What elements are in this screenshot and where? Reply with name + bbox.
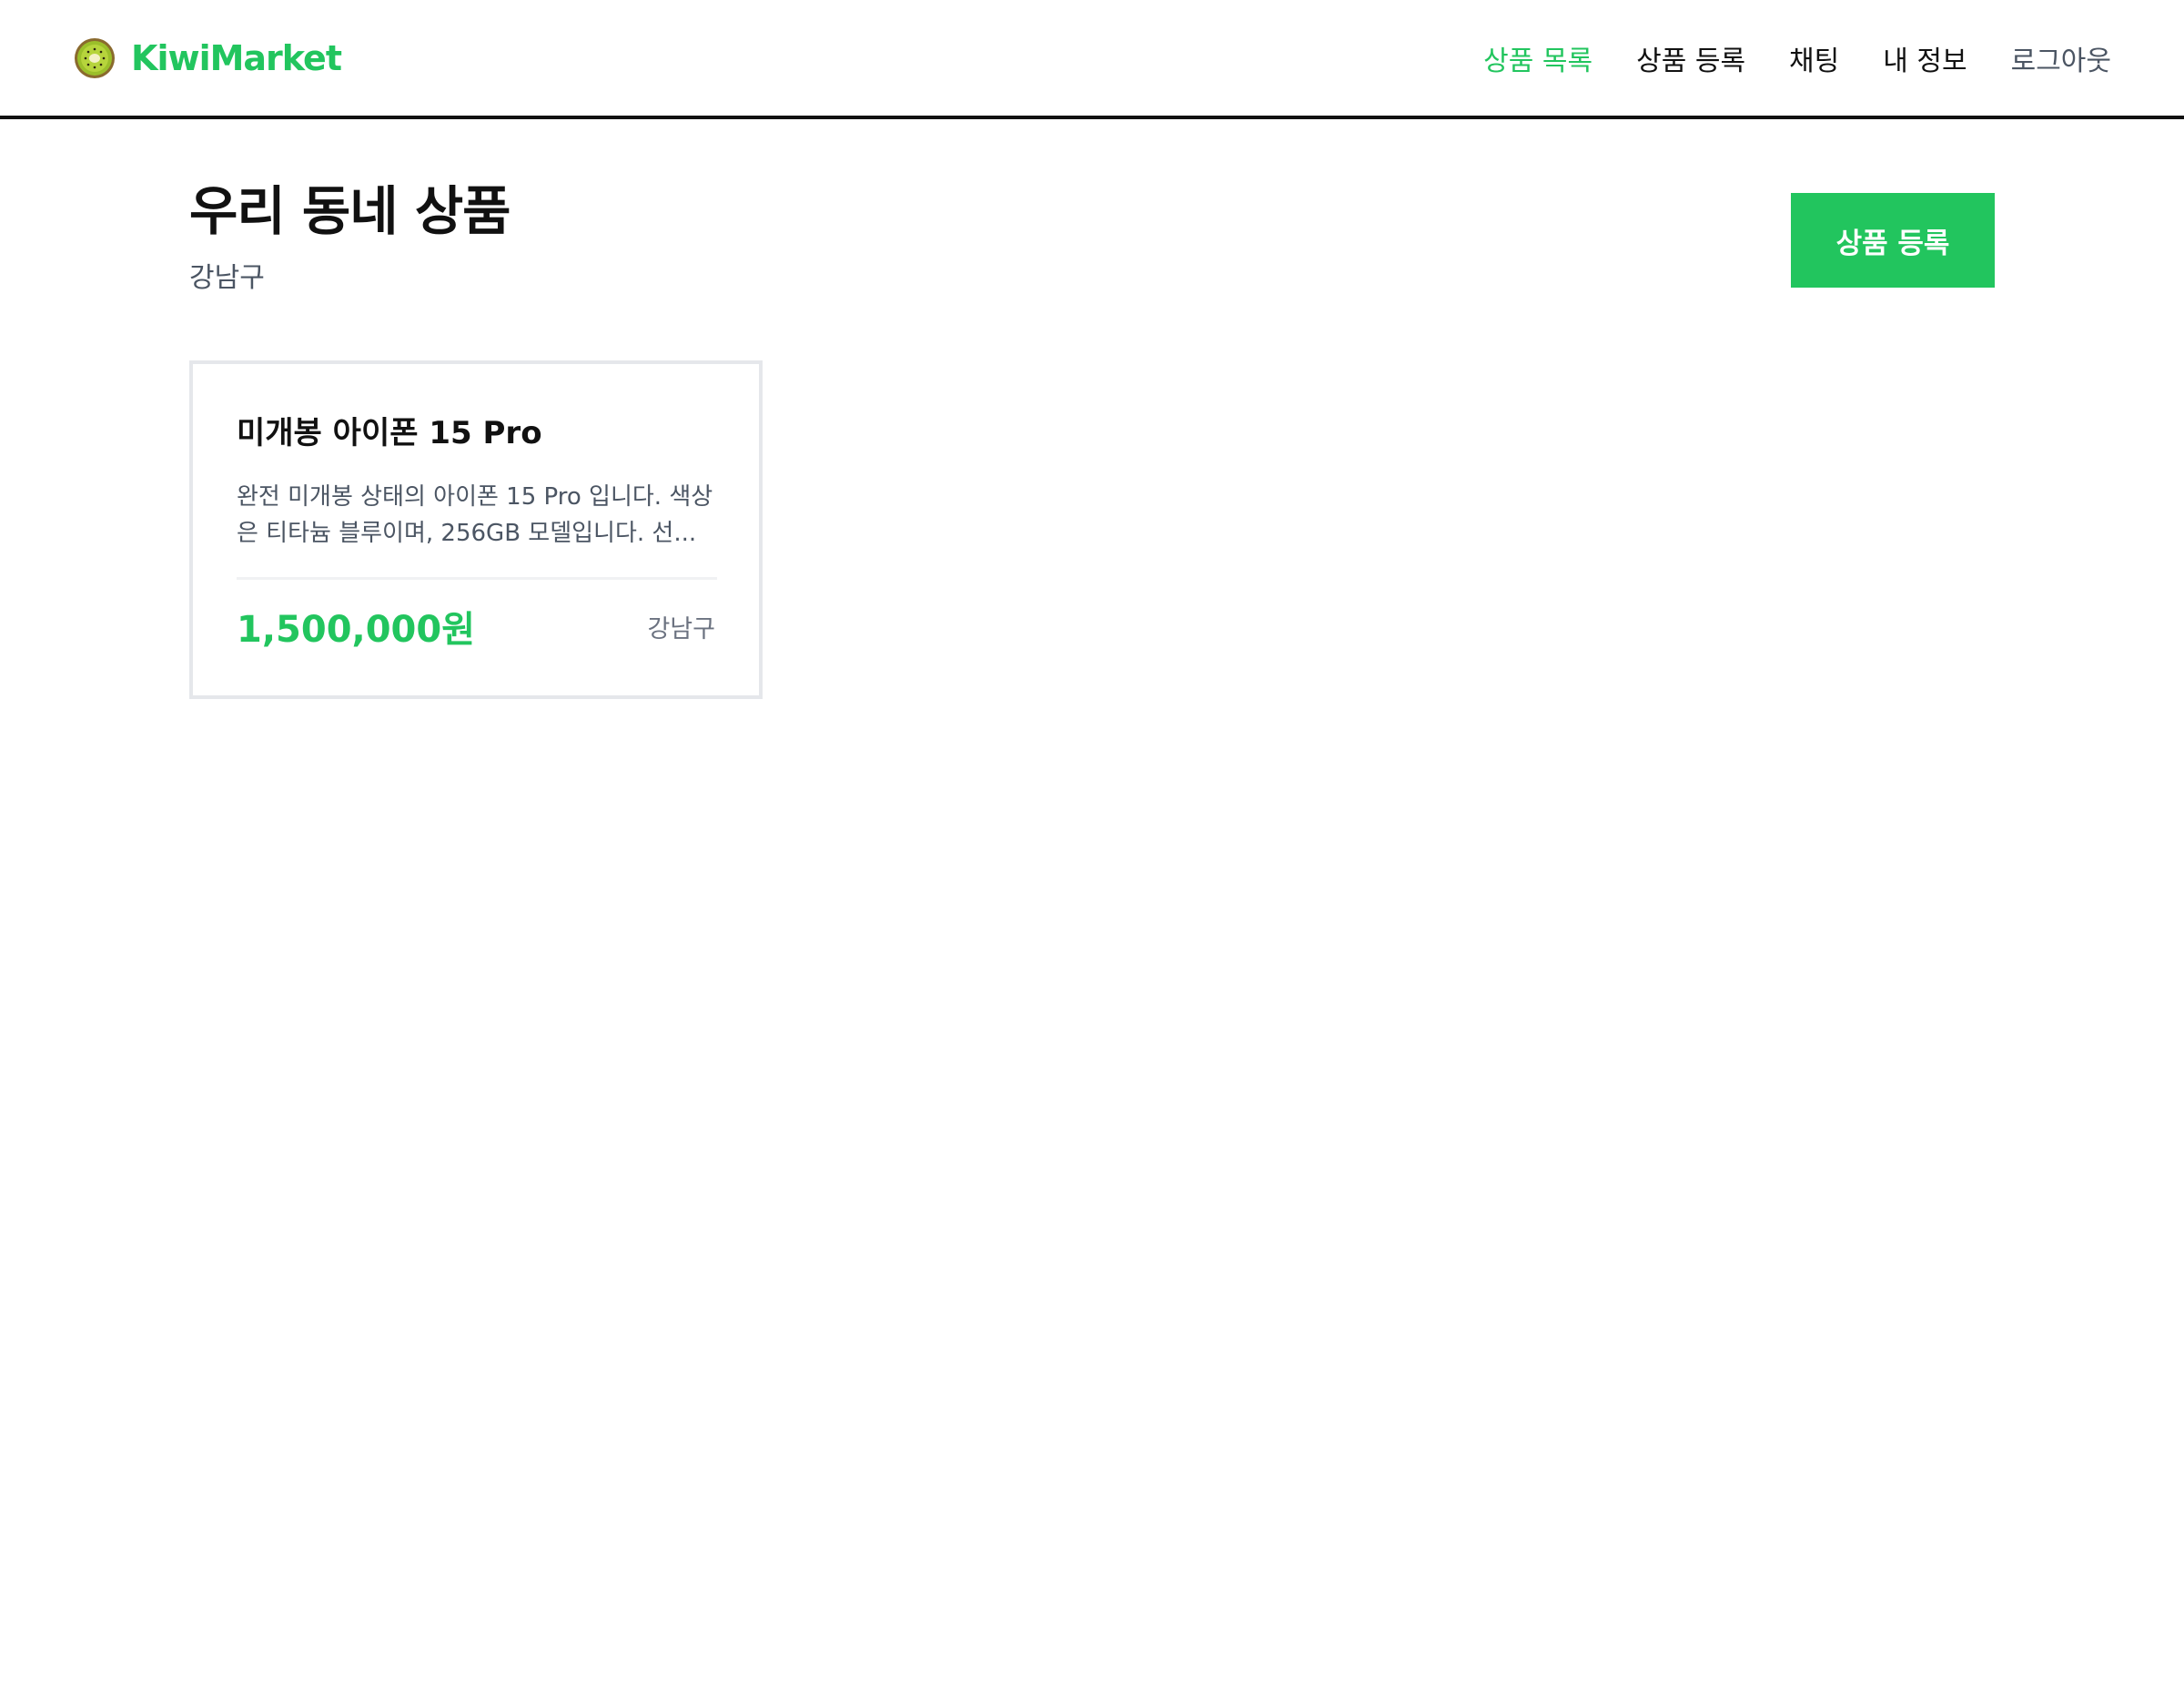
- nav-product-register[interactable]: 상품 등록: [1636, 38, 1745, 78]
- product-description: 완전 미개봉 상태의 아이폰 15 Pro 입니다. 색상은 티타늄 블루이며,…: [237, 483, 713, 547]
- location-subtitle: 강남구: [189, 262, 265, 294]
- logo-text: KiwiMarket: [131, 38, 342, 78]
- kiwi-icon: [73, 36, 116, 80]
- top-navigation-bar: KiwiMarket 상품 목록 상품 등록 채팅 내 정보 로그아웃: [0, 0, 2184, 119]
- nav-chat[interactable]: 채팅: [1789, 38, 1839, 78]
- product-price: 1,500,000원: [237, 609, 476, 651]
- product-location: 강남구: [647, 615, 715, 643]
- product-title: 미개봉 아이폰 15 Pro: [237, 415, 542, 451]
- nav-logout[interactable]: 로그아웃: [2011, 38, 2111, 78]
- nav-my-info[interactable]: 내 정보: [1883, 38, 1967, 78]
- register-product-button[interactable]: 상품 등록: [1791, 193, 1995, 288]
- product-card[interactable]: 미개봉 아이폰 15 Pro 완전 미개봉 상태의 아이폰 15 Pro 입니다…: [189, 360, 763, 699]
- page-title: 우리 동네 상품: [189, 180, 511, 242]
- main-nav: 상품 목록 상품 등록 채팅 내 정보 로그아웃: [1440, 0, 2111, 116]
- card-divider: [237, 577, 717, 580]
- logo-link[interactable]: KiwiMarket: [73, 35, 342, 82]
- nav-product-list[interactable]: 상품 목록: [1483, 38, 1592, 78]
